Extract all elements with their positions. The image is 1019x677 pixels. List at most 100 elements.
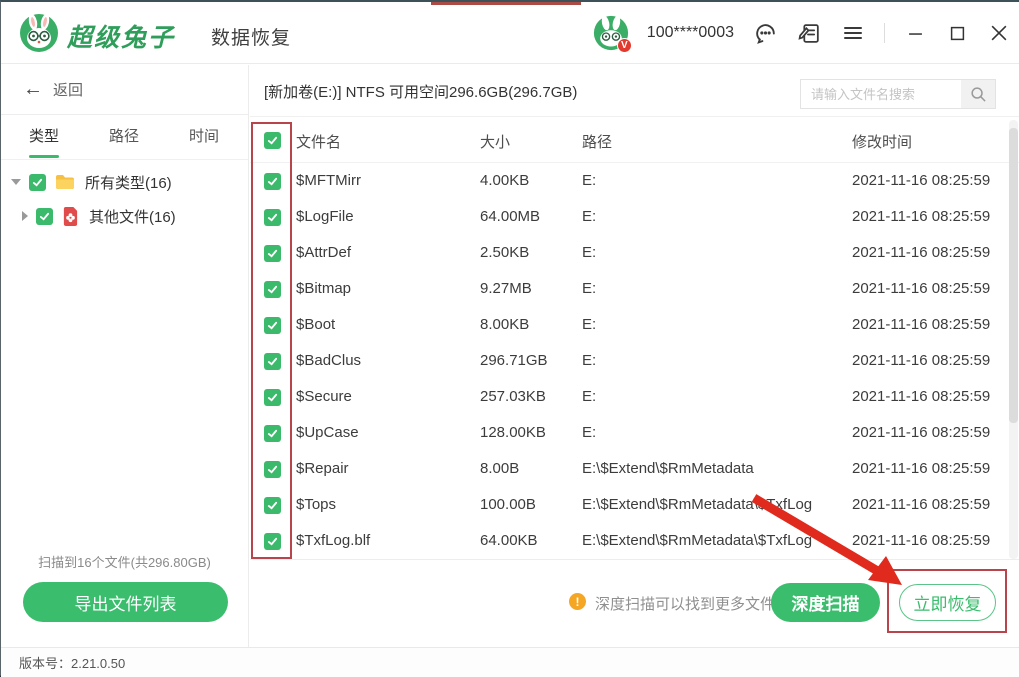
file-name: $UpCase: [296, 424, 359, 441]
row-checkbox[interactable]: [264, 533, 281, 550]
tab-path[interactable]: 路径: [109, 116, 139, 160]
table-row[interactable]: $Boot 8.00KB E: 2021-11-16 08:25:59: [250, 307, 1019, 343]
file-type-tree: 所有类型(16) 其他文件(16): [1, 165, 248, 233]
scrollbar-thumb[interactable]: [1009, 128, 1018, 423]
file-name: $Tops: [296, 496, 337, 513]
table-row[interactable]: $Bitmap 9.27MB E: 2021-11-16 08:25:59: [250, 271, 1019, 307]
app-logo-rabbit-icon: [20, 14, 58, 52]
row-checkbox[interactable]: [264, 353, 281, 370]
version-label: 版本号：2.21.0.50: [19, 656, 126, 671]
file-path: E:: [582, 280, 597, 297]
search-box: [800, 79, 996, 109]
search-button[interactable]: [961, 80, 995, 108]
file-path: E:: [582, 244, 597, 261]
table-row[interactable]: $AttrDef 2.50KB E: 2021-11-16 08:25:59: [250, 235, 1019, 271]
table-row[interactable]: $UpCase 128.00KB E: 2021-11-16 08:25:59: [250, 415, 1019, 451]
app-window: 超级兔子 数据恢复 V 100****0003 ← 返回 类型 路径 时间 所有…: [0, 0, 1019, 677]
file-name: $Bitmap: [296, 280, 352, 297]
tree-checkbox[interactable]: [36, 207, 53, 225]
table-row[interactable]: $BadClus 296.71GB E: 2021-11-16 08:25:59: [250, 343, 1019, 379]
menu-icon[interactable]: [840, 20, 866, 46]
search-input[interactable]: [801, 80, 961, 108]
file-modified: 2021-11-16 08:25:59: [852, 424, 991, 441]
file-size: 257.03KB: [480, 388, 546, 405]
file-size: 100.00B: [480, 496, 536, 513]
caret-down-icon[interactable]: [11, 179, 21, 185]
table-header: 文件名 大小 路径 修改时间: [250, 117, 1019, 163]
file-name: $AttrDef: [296, 244, 352, 261]
active-tab-underline: [29, 155, 59, 158]
action-bar: ! 深度扫描可以找到更多文件 深度扫描 立即恢复: [250, 559, 1019, 647]
recover-now-button[interactable]: 立即恢复: [899, 584, 996, 621]
row-checkbox[interactable]: [264, 245, 281, 262]
app-title-suffix: 数据恢复: [211, 28, 292, 49]
select-all-checkbox[interactable]: [264, 132, 281, 149]
table-row[interactable]: $Secure 257.03KB E: 2021-11-16 08:25:59: [250, 379, 1019, 415]
file-modified: 2021-11-16 08:25:59: [852, 388, 991, 405]
file-size: 128.00KB: [480, 424, 546, 441]
row-checkbox[interactable]: [264, 497, 281, 514]
row-checkbox[interactable]: [264, 209, 281, 226]
file-path: E:: [582, 424, 597, 441]
tree-item-other-files[interactable]: 其他文件(16): [1, 199, 248, 233]
tab-time[interactable]: 时间: [189, 116, 219, 160]
column-header-size: 大小: [480, 134, 511, 151]
file-size: 64.00MB: [480, 208, 541, 225]
vertical-scrollbar[interactable]: [1009, 120, 1018, 559]
file-size: 9.27MB: [480, 280, 532, 297]
search-icon: [970, 86, 986, 102]
table-row[interactable]: $TxfLog.blf 64.00KB E:\$Extend\$RmMetada…: [250, 523, 1019, 559]
file-path: E:\$Extend\$RmMetadata\$TxfLog: [582, 532, 813, 549]
file-table: $MFTMirr 4.00KB E: 2021-11-16 08:25:59 $…: [250, 163, 1019, 559]
file-path: E:: [582, 352, 597, 369]
row-checkbox[interactable]: [264, 317, 281, 334]
export-file-list-button[interactable]: 导出文件列表: [23, 582, 228, 622]
tree-item-label: 其他文件(16): [89, 208, 176, 226]
user-id: 100****0003: [646, 24, 734, 41]
tree-item-all-types[interactable]: 所有类型(16): [1, 165, 248, 199]
file-path: E:: [582, 316, 597, 333]
row-checkbox[interactable]: [264, 281, 281, 298]
file-size: 64.00KB: [480, 532, 538, 549]
file-size: 4.00KB: [480, 172, 530, 189]
table-row[interactable]: $MFTMirr 4.00KB E: 2021-11-16 08:25:59: [250, 163, 1019, 199]
volume-info-bar: [新加卷(E:)] NTFS 可用空间296.6GB(296.7GB): [250, 65, 1019, 117]
table-row[interactable]: $LogFile 64.00MB E: 2021-11-16 08:25:59: [250, 199, 1019, 235]
file-name: $Secure: [296, 388, 352, 405]
deep-scan-button[interactable]: 深度扫描: [771, 583, 880, 622]
main-panel: [新加卷(E:)] NTFS 可用空间296.6GB(296.7GB) 文件名 …: [250, 65, 1019, 647]
caret-right-icon[interactable]: [22, 211, 28, 221]
back-label: 返回: [53, 82, 84, 99]
tree-checkbox[interactable]: [29, 173, 46, 191]
file-size: 2.50KB: [480, 244, 530, 261]
row-checkbox[interactable]: [264, 389, 281, 406]
sidebar-tabs: 类型 路径 时间: [1, 116, 248, 160]
maximize-button[interactable]: [945, 21, 969, 45]
warning-icon: !: [569, 593, 586, 610]
row-checkbox[interactable]: [264, 461, 281, 478]
column-header-name: 文件名: [296, 134, 342, 151]
file-size: 296.71GB: [480, 352, 548, 369]
customer-service-icon[interactable]: [752, 20, 778, 46]
file-modified: 2021-11-16 08:25:59: [852, 460, 991, 477]
table-row[interactable]: $Repair 8.00B E:\$Extend\$RmMetadata 202…: [250, 451, 1019, 487]
row-checkbox[interactable]: [264, 425, 281, 442]
close-button[interactable]: [987, 21, 1011, 45]
minimize-button[interactable]: [903, 21, 927, 45]
row-checkbox[interactable]: [264, 173, 281, 190]
file-name: $MFTMirr: [296, 172, 361, 189]
volume-info: [新加卷(E:)] NTFS 可用空间296.6GB(296.7GB): [264, 84, 578, 101]
file-name: $Repair: [296, 460, 349, 477]
table-row[interactable]: $Tops 100.00B E:\$Extend\$RmMetadata\$Tx…: [250, 487, 1019, 523]
file-modified: 2021-11-16 08:25:59: [852, 316, 991, 333]
file-path: E:\$Extend\$RmMetadata: [582, 460, 754, 477]
user-avatar[interactable]: V: [593, 15, 632, 53]
feedback-icon[interactable]: [796, 20, 822, 46]
file-path: E:: [582, 208, 597, 225]
tab-type[interactable]: 类型: [29, 116, 59, 160]
back-button[interactable]: ← 返回: [1, 65, 248, 115]
sidebar: ← 返回 类型 路径 时间 所有类型(16) 其他文件(16) 扫描到16个文件…: [1, 65, 249, 647]
file-modified: 2021-11-16 08:25:59: [852, 496, 991, 513]
footer-bar: 版本号：2.21.0.50: [1, 647, 1019, 677]
back-arrow-icon: ←: [23, 78, 43, 100]
